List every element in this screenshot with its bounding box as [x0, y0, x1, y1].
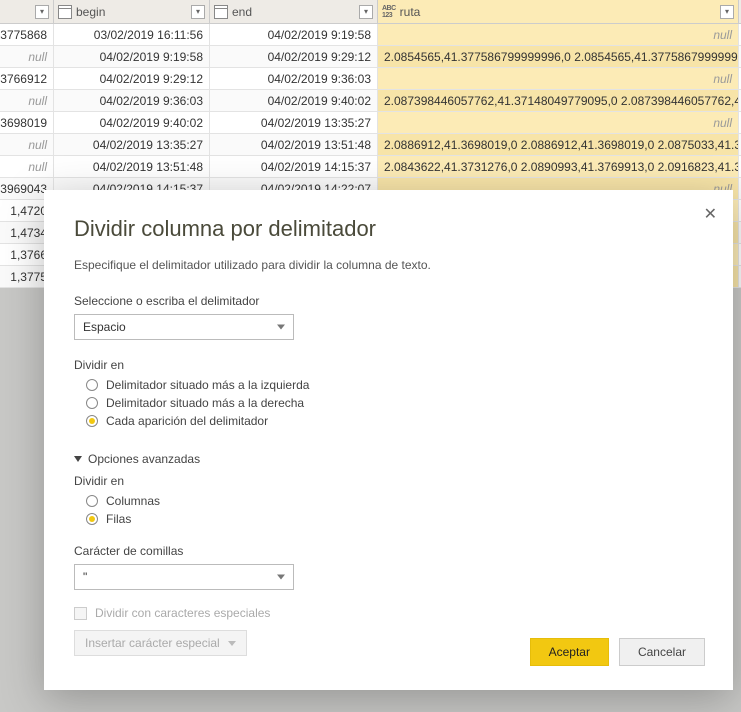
radio-icon: [86, 495, 98, 507]
table-cell[interactable]: null: [378, 112, 739, 133]
close-button[interactable]: ✕: [704, 204, 717, 224]
radio-icon: [86, 397, 98, 409]
radio-rows[interactable]: Filas: [74, 512, 703, 526]
table-row[interactable]: null04/02/2019 13:51:4804/02/2019 14:15:…: [0, 156, 741, 178]
checkbox-icon: [74, 607, 87, 620]
column-header-label: end: [232, 5, 359, 19]
table-cell[interactable]: 1,3766912: [0, 68, 54, 89]
table-cell[interactable]: 2.0886912,41.3698019,0 2.0886912,41.3698…: [378, 134, 739, 155]
chevron-down-icon: [277, 575, 285, 580]
table-row[interactable]: 1,377586803/02/2019 16:11:5604/02/2019 9…: [0, 24, 741, 46]
split-into-label: Dividir en: [74, 474, 703, 488]
table-cell[interactable]: null: [378, 24, 739, 45]
button-label: Insertar carácter especial: [85, 636, 220, 650]
column-header-label: begin: [76, 5, 191, 19]
table-row[interactable]: null04/02/2019 13:35:2704/02/2019 13:51:…: [0, 134, 741, 156]
table-row[interactable]: 1,369801904/02/2019 9:40:0204/02/2019 13…: [0, 112, 741, 134]
delimiter-label: Seleccione o escriba el delimitador: [74, 294, 703, 308]
radio-each-occurrence[interactable]: Cada aparición del delimitador: [74, 414, 703, 428]
chevron-down-icon: [228, 641, 236, 646]
table-row[interactable]: null04/02/2019 9:36:0304/02/2019 9:40:02…: [0, 90, 741, 112]
radio-icon: [86, 415, 98, 427]
table-cell[interactable]: 1,3775868: [0, 24, 54, 45]
radio-label: Filas: [106, 512, 131, 526]
column-header-end[interactable]: end ▾: [210, 0, 378, 23]
table-cell[interactable]: 04/02/2019 9:36:03: [210, 68, 378, 89]
radio-label: Columnas: [106, 494, 160, 508]
button-label: Cancelar: [638, 645, 686, 659]
filter-dropdown-icon[interactable]: ▾: [720, 5, 734, 19]
column-header-begin[interactable]: begin ▾: [54, 0, 210, 23]
radio-label: Delimitador situado más a la derecha: [106, 396, 304, 410]
table-cell[interactable]: 2.0843622,41.3731276,0 2.0890993,41.3769…: [378, 156, 739, 177]
dialog-title: Dividir columna por delimitador: [74, 216, 703, 242]
column-header-unknown[interactable]: ▾: [0, 0, 54, 23]
table-cell[interactable]: null: [0, 46, 54, 67]
table-cell[interactable]: 04/02/2019 13:35:27: [210, 112, 378, 133]
table-cell[interactable]: null: [0, 156, 54, 177]
datetime-type-icon: [58, 5, 72, 19]
triangle-down-icon: [74, 456, 82, 462]
radio-leftmost[interactable]: Delimitador situado más a la izquierda: [74, 378, 703, 392]
any-type-icon: ABC123: [382, 5, 396, 19]
delimiter-value: Espacio: [83, 320, 126, 334]
table-row[interactable]: null04/02/2019 9:19:5804/02/2019 9:29:12…: [0, 46, 741, 68]
datetime-type-icon: [214, 5, 228, 19]
radio-label: Delimitador situado más a la izquierda: [106, 378, 309, 392]
radio-rightmost[interactable]: Delimitador situado más a la derecha: [74, 396, 703, 410]
chevron-down-icon: [277, 325, 285, 330]
table-cell[interactable]: 04/02/2019 9:36:03: [54, 90, 210, 111]
table-cell[interactable]: 1,3698019: [0, 112, 54, 133]
radio-icon: [86, 513, 98, 525]
column-header-ruta[interactable]: ABC123 ruta ▾: [378, 0, 739, 23]
filter-dropdown-icon[interactable]: ▾: [35, 5, 49, 19]
quote-char-value: ": [83, 570, 87, 584]
table-cell[interactable]: 04/02/2019 9:29:12: [210, 46, 378, 67]
table-cell[interactable]: 2.087398446057762,41.37148049779095,0 2.…: [378, 90, 739, 111]
table-cell[interactable]: 03/02/2019 16:11:56: [54, 24, 210, 45]
table-cell[interactable]: 04/02/2019 9:29:12: [54, 68, 210, 89]
quote-char-label: Carácter de comillas: [74, 544, 703, 558]
filter-dropdown-icon[interactable]: ▾: [359, 5, 373, 19]
table-cell[interactable]: 04/02/2019 13:51:48: [210, 134, 378, 155]
split-in-label: Dividir en: [74, 358, 703, 372]
radio-icon: [86, 379, 98, 391]
cancel-button[interactable]: Cancelar: [619, 638, 705, 666]
radio-columns[interactable]: Columnas: [74, 494, 703, 508]
advanced-options-toggle[interactable]: Opciones avanzadas: [74, 452, 703, 466]
split-column-dialog: ✕ Dividir columna por delimitador Especi…: [44, 190, 733, 690]
table-cell[interactable]: 04/02/2019 9:19:58: [54, 46, 210, 67]
checkbox-label: Dividir con caracteres especiales: [95, 606, 270, 620]
table-row[interactable]: 1,376691204/02/2019 9:29:1204/02/2019 9:…: [0, 68, 741, 90]
button-label: Aceptar: [549, 645, 590, 659]
dialog-subtitle: Especifique el delimitador utilizado par…: [74, 258, 703, 272]
table-cell[interactable]: null: [378, 68, 739, 89]
quote-char-select[interactable]: ": [74, 564, 294, 590]
dialog-button-bar: Aceptar Cancelar: [530, 638, 705, 666]
split-special-chars-checkbox: Dividir con caracteres especiales: [74, 606, 703, 620]
radio-label: Cada aparición del delimitador: [106, 414, 268, 428]
split-position-radio-group: Delimitador situado más a la izquierda D…: [74, 378, 703, 428]
table-header-row: ▾ begin ▾ end ▾ ABC123 ruta ▾: [0, 0, 741, 24]
table-cell[interactable]: 2.0854565,41.377586799999996,0 2.0854565…: [378, 46, 739, 67]
table-cell[interactable]: 04/02/2019 13:35:27: [54, 134, 210, 155]
delimiter-select[interactable]: Espacio: [74, 314, 294, 340]
table-cell[interactable]: 04/02/2019 13:51:48: [54, 156, 210, 177]
advanced-options-label: Opciones avanzadas: [88, 452, 200, 466]
insert-special-char-button: Insertar carácter especial: [74, 630, 247, 656]
table-cell[interactable]: 04/02/2019 14:15:37: [210, 156, 378, 177]
table-cell[interactable]: 04/02/2019 9:19:58: [210, 24, 378, 45]
table-cell[interactable]: null: [0, 134, 54, 155]
table-cell[interactable]: 04/02/2019 9:40:02: [210, 90, 378, 111]
ok-button[interactable]: Aceptar: [530, 638, 609, 666]
table-cell[interactable]: 04/02/2019 9:40:02: [54, 112, 210, 133]
split-into-radio-group: Columnas Filas: [74, 494, 703, 526]
column-header-label: ruta: [400, 5, 720, 19]
table-cell[interactable]: null: [0, 90, 54, 111]
filter-dropdown-icon[interactable]: ▾: [191, 5, 205, 19]
